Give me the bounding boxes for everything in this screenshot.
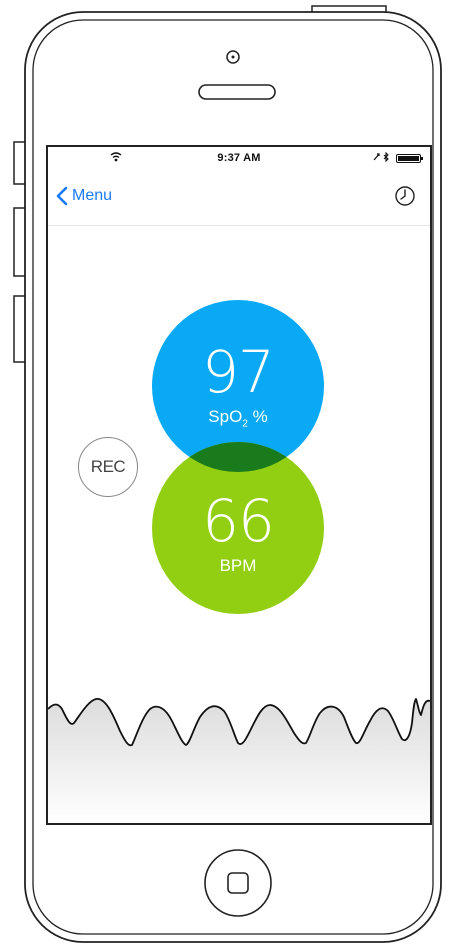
bluetooth-icon — [373, 152, 389, 162]
circle-overlap — [152, 442, 324, 614]
chevron-left-icon — [56, 186, 68, 206]
back-button[interactable]: Menu — [56, 183, 112, 209]
battery-icon — [396, 154, 423, 163]
pleth-waveform — [48, 698, 430, 823]
history-button[interactable] — [394, 185, 416, 212]
navigation-bar: Menu — [48, 169, 430, 226]
status-bar: 9:37 AM — [48, 147, 430, 169]
record-button[interactable]: REC — [78, 437, 138, 497]
app-screen: 9:37 AM Menu 97 SpO2 % 66 BPM REC — [48, 147, 430, 823]
spo2-value: 97 — [202, 337, 275, 406]
spo2-unit: SpO2 % — [208, 406, 268, 430]
back-label: Menu — [72, 187, 113, 204]
clock-icon — [395, 186, 415, 206]
record-label: REC — [90, 457, 126, 476]
